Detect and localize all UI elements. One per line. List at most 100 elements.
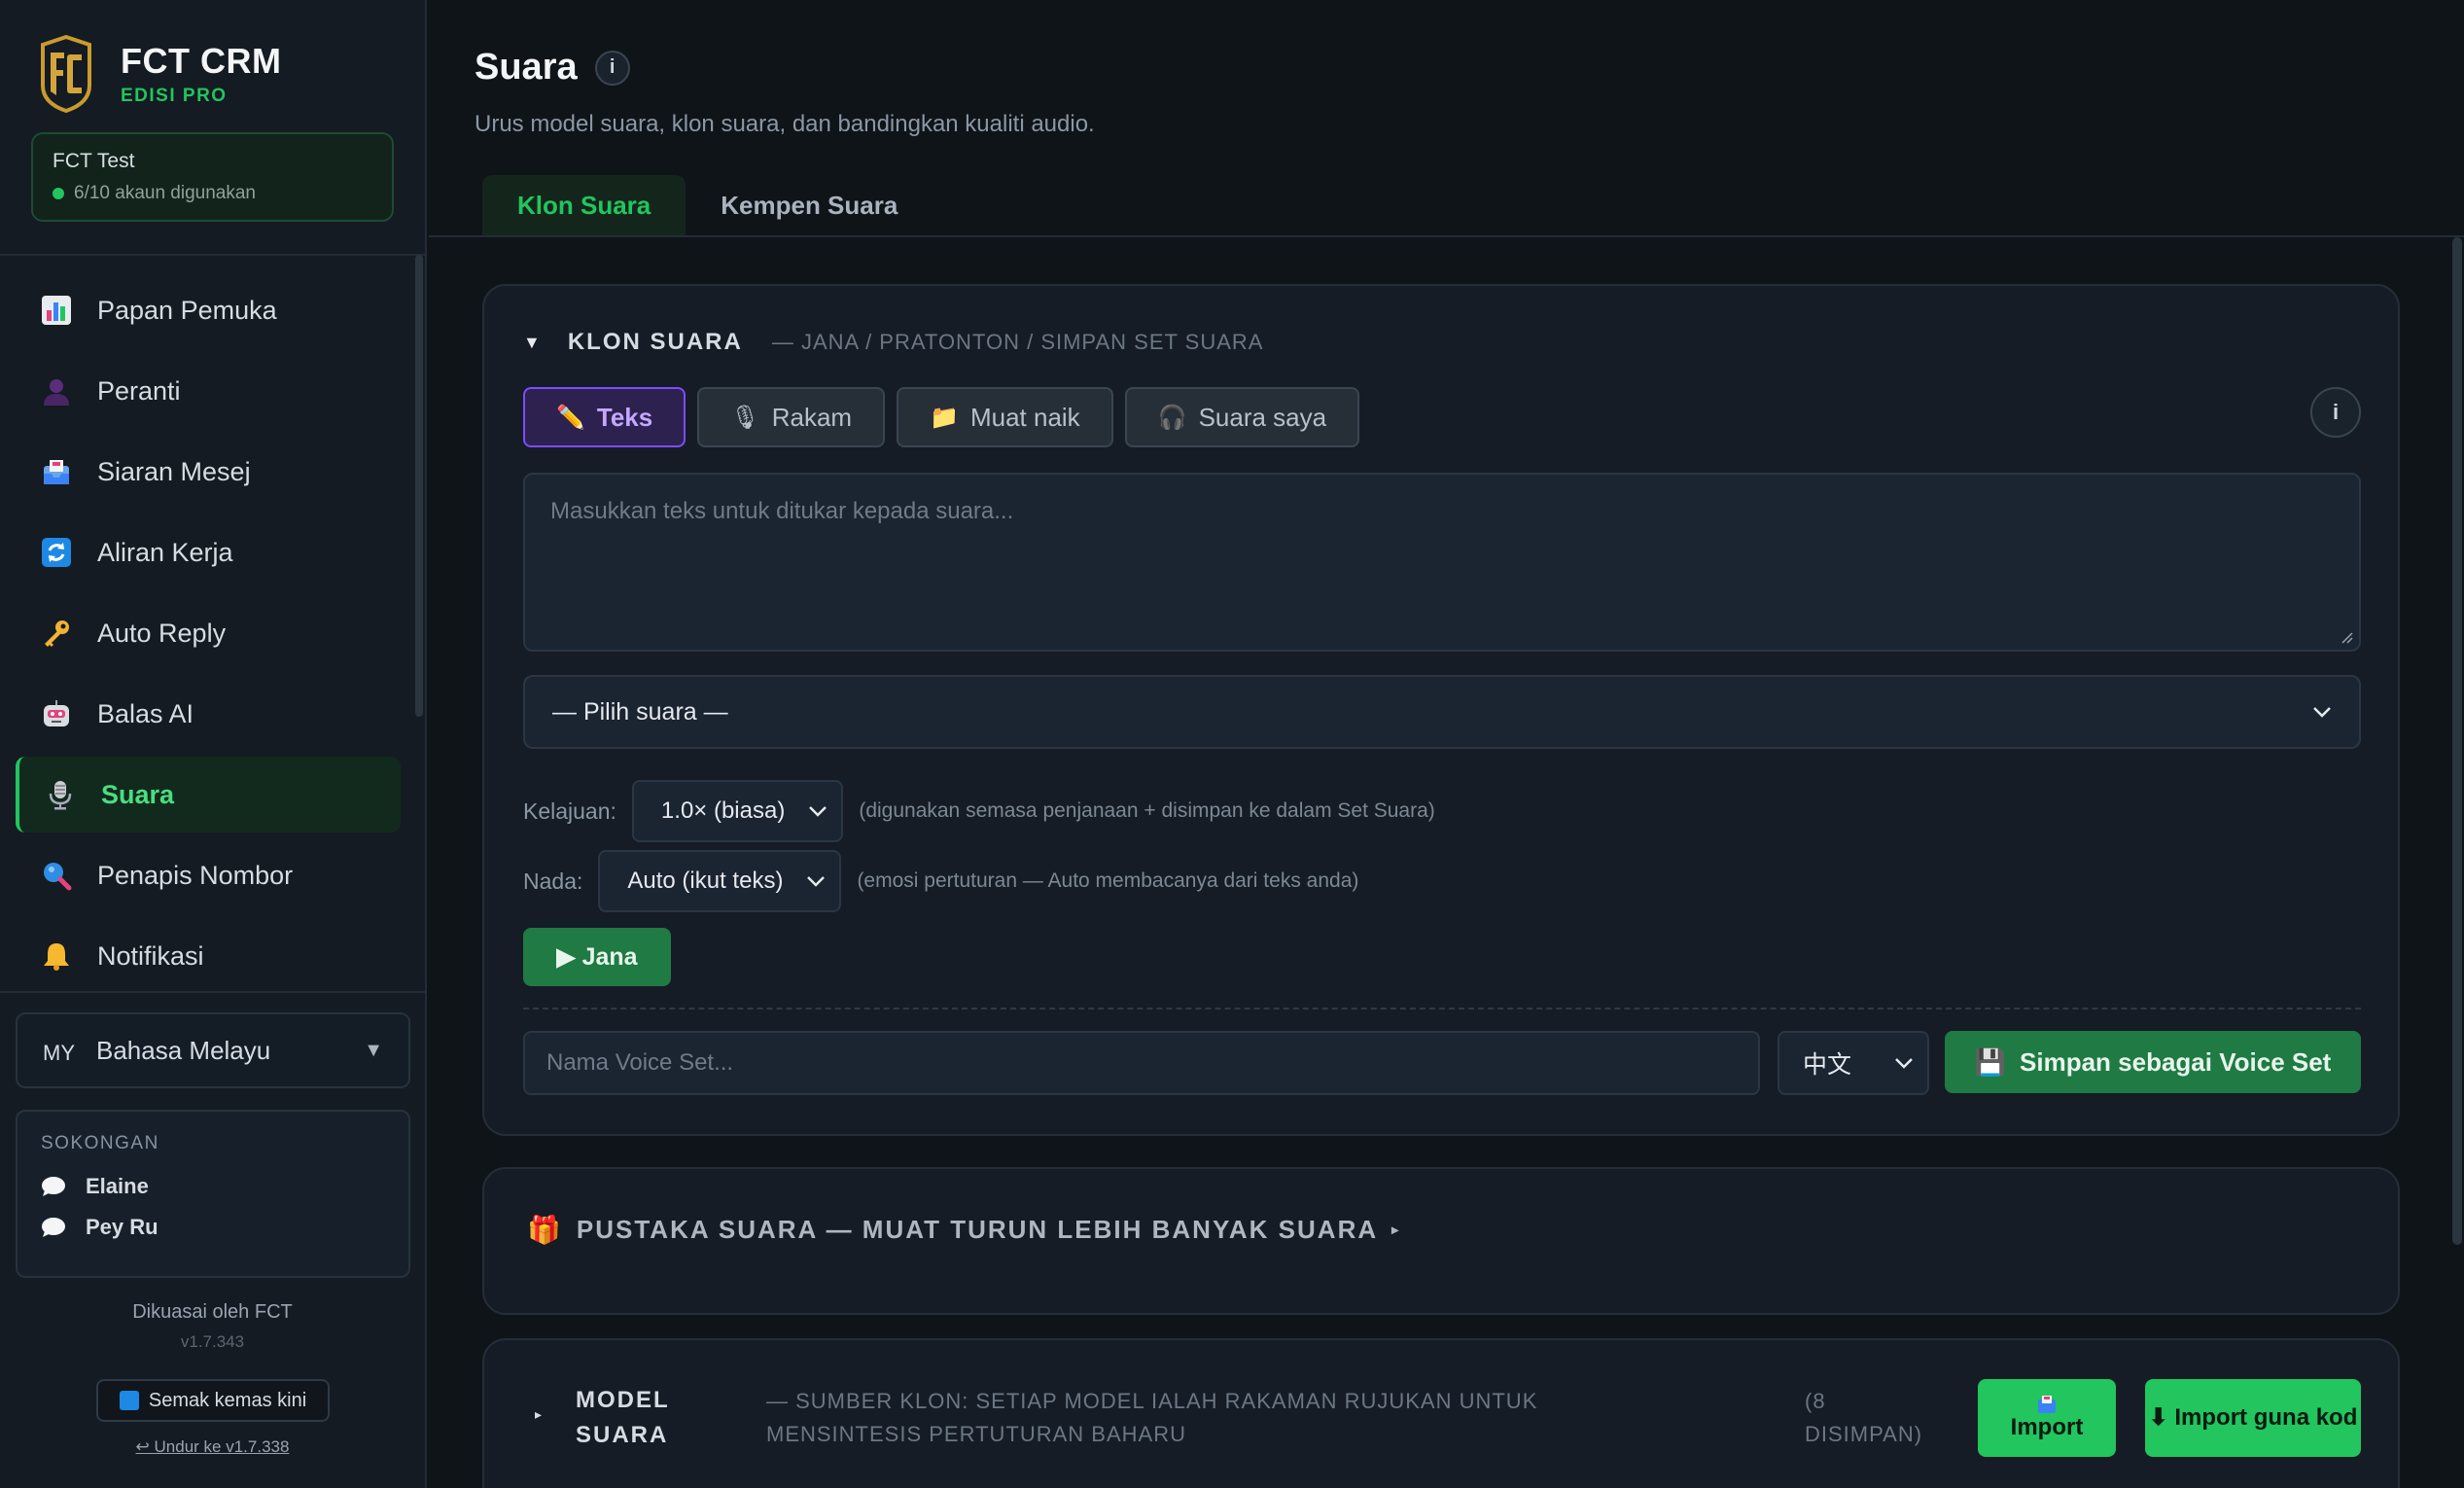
main-scrollbar[interactable] <box>2452 237 2462 1245</box>
voice-library-header[interactable]: 🎁 PUSTAKA SUARA — MUAT TURUN LEBIH BANYA… <box>527 1214 1400 1246</box>
refresh-icon <box>119 1391 139 1410</box>
brand-edition: EDISI PRO <box>121 86 228 106</box>
tone-value: Auto (ikut teks) <box>627 868 784 894</box>
voice-library-title: PUSTAKA SUARA — MUAT TURUN LEBIH BANYAK … <box>576 1215 1379 1244</box>
bar-chart-icon <box>41 295 72 326</box>
mode-record-button[interactable]: 🎙 Rakam <box>697 387 886 447</box>
sidebar-item-peranti[interactable]: Peranti <box>16 353 401 429</box>
status-dot-icon <box>53 188 64 199</box>
text-to-speech-input[interactable]: Masukkan teks untuk ditukar kepada suara… <box>523 473 2361 652</box>
sidebar-item-balas-ai[interactable]: Balas AI <box>16 676 401 752</box>
sidebar-item-label: Notifikasi <box>97 940 204 971</box>
account-card[interactable]: FCT Test 6/10 akaun digunakan <box>31 132 394 222</box>
voice-models-count-line: DISIMPAN) <box>1805 1422 1923 1446</box>
divider <box>0 254 425 256</box>
import-label: Import <box>2010 1414 2084 1440</box>
chevron-down-icon <box>1895 1058 1913 1069</box>
speed-hint: (digunakan semasa penjanaan + disimpan k… <box>859 799 1435 822</box>
speed-label: Kelajuan: <box>523 797 616 824</box>
tone-row: Nada: Auto (ikut teks) (emosi pertuturan… <box>523 850 1358 912</box>
chat-bubble-icon <box>42 1177 65 1196</box>
account-usage-text: 6/10 akaun digunakan <box>74 183 256 203</box>
import-button[interactable]: Import <box>1978 1379 2116 1457</box>
rollback-link[interactable]: ↩ Undur ke v1.7.338 <box>0 1437 425 1457</box>
sidebar-item-aliran-kerja[interactable]: Aliran Kerja <box>16 514 401 590</box>
folder-icon: 📁 <box>930 404 959 431</box>
sidebar-item-penapis-nombor[interactable]: Penapis Nombor <box>16 837 401 913</box>
refresh-icon <box>41 537 72 568</box>
voice-language-value: 中文 <box>1803 1051 1852 1079</box>
generate-button[interactable]: ▶ Jana <box>523 928 671 986</box>
language-select[interactable]: MY Bahasa Melayu ▼ <box>16 1012 410 1088</box>
save-voice-set-button[interactable]: 💾 Simpan sebagai Voice Set <box>1945 1031 2361 1093</box>
mode-label: Teks <box>596 402 653 432</box>
tab-klon-suara[interactable]: Klon Suara <box>482 175 686 235</box>
support-contact-pey-ru[interactable]: Pey Ru <box>41 1215 385 1240</box>
sidebar-item-label: Peranti <box>97 375 181 406</box>
voice-language-select[interactable]: 中文 <box>1778 1031 1929 1095</box>
voice-set-name-input[interactable]: Nama Voice Set... <box>523 1031 1760 1095</box>
sidebar-item-siaran-mesej[interactable]: Siaran Mesej <box>16 434 401 510</box>
sidebar-item-label: Balas AI <box>97 698 194 728</box>
sidebar-item-auto-reply[interactable]: Auto Reply <box>16 595 401 671</box>
speed-select[interactable]: 1.0× (biasa) <box>631 780 844 842</box>
mode-my-voice-button[interactable]: 🎧 Suara saya <box>1124 387 1360 447</box>
sidebar-item-label: Papan Pemuka <box>97 295 277 325</box>
magnifier-icon <box>41 860 72 891</box>
pencil-icon: ✏️ <box>556 404 585 431</box>
page-title: Suara i <box>475 47 630 89</box>
inbox-icon <box>2038 1396 2056 1413</box>
sidebar-item-label: Penapis Nombor <box>97 860 294 890</box>
collapse-caret-icon: ▼ <box>523 332 541 352</box>
voice-set-name-placeholder: Nama Voice Set... <box>546 1049 734 1076</box>
gift-icon: 🎁 <box>527 1215 563 1245</box>
sidebar-scrollbar[interactable] <box>415 255 423 717</box>
floppy-disk-icon: 💾 <box>1974 1046 2007 1077</box>
tabs: Klon Suara Kempen Suara <box>482 175 933 235</box>
sidebar-item-label: Siaran Mesej <box>97 456 251 486</box>
caret-down-icon: ▼ <box>364 1039 383 1061</box>
check-update-button[interactable]: Semak kemas kini <box>96 1379 330 1422</box>
speed-value: 1.0× (biasa) <box>660 797 786 824</box>
inbox-icon <box>41 456 72 487</box>
import-by-code-button[interactable]: ⬇ Import guna kod <box>2145 1379 2361 1457</box>
key-icon <box>41 618 72 649</box>
mode-label: Suara saya <box>1198 402 1327 432</box>
headphones-icon: 🎧 <box>1157 404 1187 431</box>
language-code: MY <box>43 1041 75 1065</box>
support-contact-elaine[interactable]: Elaine <box>41 1174 385 1199</box>
bell-icon <box>41 940 72 972</box>
sidebar-item-notifikasi[interactable]: Notifikasi <box>16 918 401 994</box>
sidebar-item-label: Aliran Kerja <box>97 537 233 567</box>
tabs-divider <box>429 235 2464 237</box>
mode-text-button[interactable]: ✏️ Teks <box>523 387 686 447</box>
fct-logo-icon <box>41 35 91 113</box>
account-usage: 6/10 akaun digunakan <box>53 183 372 204</box>
microphone-icon <box>45 779 76 810</box>
voice-models-count-line: (8 <box>1805 1389 1826 1413</box>
voice-select[interactable]: — Pilih suara — <box>523 675 2361 749</box>
support-contact-name: Elaine <box>86 1174 149 1198</box>
voice-library-panel: 🎁 PUSTAKA SUARA — MUAT TURUN LEBIH BANYA… <box>482 1167 2400 1315</box>
textarea-placeholder: Masukkan teks untuk ditukar kepada suara… <box>550 498 1014 524</box>
tab-kempen-suara[interactable]: Kempen Suara <box>686 175 933 235</box>
sidebar-item-papan-pemuka[interactable]: Papan Pemuka <box>16 272 401 348</box>
support-contact-name: Pey Ru <box>86 1215 158 1239</box>
voice-models-title-line: SUARA <box>576 1422 669 1448</box>
chevron-down-icon <box>809 806 827 817</box>
clone-voice-panel: ▼ KLON SUARA — JANA / PRATONTON / SIMPAN… <box>482 284 2400 1136</box>
sidebar-item-suara[interactable]: Suara <box>16 757 401 833</box>
info-icon[interactable]: i <box>2310 387 2361 438</box>
tone-select[interactable]: Auto (ikut teks) <box>598 850 842 912</box>
brand-title: FCT CRM <box>121 41 282 81</box>
brand[interactable]: FCT CRM EDISI PRO <box>39 35 281 113</box>
robot-icon <box>41 698 72 729</box>
tone-label: Nada: <box>523 868 583 894</box>
voice-models-title[interactable]: MODEL SUARA <box>576 1383 670 1453</box>
info-icon[interactable]: i <box>594 50 630 86</box>
microphone-icon: 🎙 <box>730 404 760 431</box>
resize-grip-icon[interactable] <box>2338 628 2353 644</box>
mode-upload-button[interactable]: 📁 Muat naik <box>897 387 1113 447</box>
clone-section-header[interactable]: ▼ KLON SUARA — JANA / PRATONTON / SIMPAN… <box>523 329 1263 356</box>
expand-caret-icon[interactable]: ▸ <box>535 1406 542 1423</box>
